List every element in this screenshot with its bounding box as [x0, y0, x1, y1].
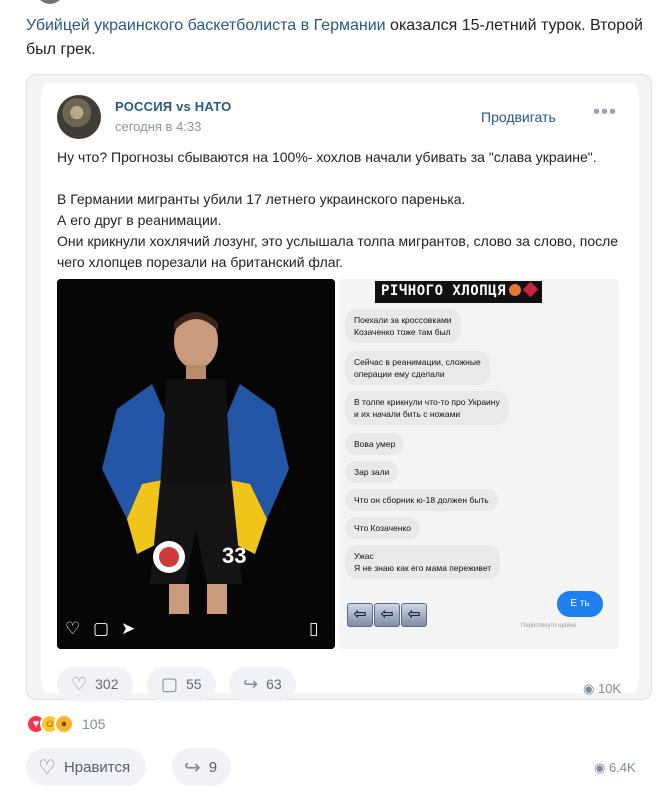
chat-line: Вова умер [354, 439, 396, 449]
post-like-button[interactable]: ♡ Нравится [26, 748, 147, 786]
left-arrow-icon: ⇦ [374, 603, 400, 627]
like-button[interactable]: ♡ 302 [57, 667, 133, 701]
basketball-icon [509, 284, 522, 296]
chat-title: РІЧНОГО ХЛОПЦЯ [375, 281, 543, 303]
like-label: Нравится [63, 758, 131, 776]
jersey-number: 33 [222, 543, 246, 568]
chat-bubble: Что Козаченко [345, 517, 420, 539]
chat-bubble: Сейчас в реанимации, сложные операции ем… [345, 351, 490, 385]
share-count: 9 [208, 758, 218, 776]
chat-title-text: РІЧНОГО ХЛОПЦЯ [381, 283, 507, 299]
repost-card: РОССИЯ vs НАТО сегодня в 4:33 Продвигать… [26, 74, 652, 701]
chat-line: Поехали за кроссовками [354, 315, 452, 325]
eye-icon: ◉ [583, 681, 595, 696]
chat-line: В толпе крикнули что-то про Украину [354, 397, 500, 407]
views-count: 6.4K [608, 760, 636, 775]
post-text-link[interactable]: Убийцей украинского баскетболиста в Герм… [26, 17, 386, 34]
eye-icon: ◉ [594, 760, 606, 775]
chat-bubble: Ужас Я не знаю как его мама переживет [345, 545, 501, 579]
comment-button[interactable]: ▢ 55 [147, 667, 216, 701]
repost-paragraph: В Германии мигранты убили 17 летнего укр… [57, 191, 466, 207]
repost-views: ◉ 10K [583, 681, 621, 697]
left-arrow-icon: ⇦ [401, 603, 427, 627]
chat-line: Что он сборник ю-18 должен быть [354, 495, 489, 505]
heart-icon: ♡ [38, 756, 56, 779]
chat-send-bubble: Е ть [557, 591, 603, 617]
broken-heart-icon [522, 281, 539, 298]
chat-line: Я не знаю как его мама переживет [354, 563, 492, 573]
share-button[interactable]: ↪ 63 [229, 667, 296, 701]
arrow-keys: ⇦ ⇦ ⇦ [347, 603, 428, 627]
chat-seen-note: Переглянуто щойно [521, 623, 577, 629]
post-share-button[interactable]: ↪ 9 [172, 748, 232, 786]
chat-line: и их начали бить с ножами [354, 409, 461, 419]
heart-icon: ♡ [71, 673, 88, 694]
source-name[interactable]: РОССИЯ vs НАТО [115, 99, 231, 114]
chat-line: Что Козаченко [354, 523, 411, 533]
chat-bubble: Что он сборник ю-18 должен быть [345, 489, 498, 511]
chat-line: Зар зали [354, 467, 390, 477]
photo-send-icon[interactable]: ➤ [121, 619, 135, 639]
repost-paragraph: Ну что? Прогнозы сбываются на 100%- хохл… [57, 149, 597, 165]
share-icon: ↪ [184, 756, 201, 779]
repost-paragraph: Они крикнули хохлячий лозунг, это услыша… [57, 233, 619, 270]
photo-like-icon[interactable]: ♡ [65, 619, 80, 639]
share-count: 63 [266, 676, 282, 692]
reactions-summary[interactable]: ♥ ☺ ● 105 [26, 712, 105, 736]
post-views: ◉ 6.4K [594, 760, 636, 776]
views-count: 10K [597, 681, 622, 696]
wow-reaction-icon: ● [54, 714, 74, 734]
left-arrow-icon: ⇦ [347, 603, 373, 627]
player-illustration: 33 [57, 279, 335, 649]
chat-line: Сейчас в реанимации, сложные [354, 357, 481, 367]
post-text: Убийцей украинского баскетболиста в Герм… [26, 14, 646, 62]
repost-inner: РОССИЯ vs НАТО сегодня в 4:33 Продвигать… [41, 83, 639, 701]
comment-icon: ▢ [161, 673, 179, 694]
photo-comment-icon[interactable]: ▢ [93, 619, 109, 639]
more-options-icon[interactable]: ••• [593, 101, 617, 124]
source-avatar[interactable] [57, 95, 101, 139]
share-icon: ↪ [243, 673, 259, 694]
attached-image[interactable]: 33 ♡ ▢ ➤ ▯ РІЧНОГО ХЛОПЦЯ Поехали за кро… [57, 279, 619, 651]
author-avatar-cropped[interactable] [36, 0, 64, 4]
promote-button[interactable]: Продвигать [481, 109, 556, 125]
chat-line: Ужас [354, 551, 374, 561]
chat-bubble: Поехали за кроссовками Козаченко тоже та… [345, 309, 461, 343]
post-time[interactable]: сегодня в 4:33 [115, 119, 201, 134]
chat-line: Козаченко тоже там был [354, 327, 451, 337]
repost-text: Ну что? Прогнозы сбываются на 100%- хохл… [57, 147, 627, 273]
chat-line: операции ему сделали [354, 369, 445, 379]
repost-paragraph: А его друг в реанимации. [57, 212, 222, 228]
reactions-count: 105 [82, 716, 106, 732]
player-photo[interactable]: 33 ♡ ▢ ➤ ▯ [57, 279, 335, 649]
chat-bubble: Вова умер [345, 433, 405, 455]
like-count: 302 [95, 676, 119, 692]
photo-actions: ♡ ▢ ➤ ▯ [65, 619, 327, 639]
chat-screenshot[interactable]: РІЧНОГО ХЛОПЦЯ Поехали за кроссовками Ко… [339, 279, 619, 649]
chat-bubble: Зар зали [345, 461, 399, 483]
comment-count: 55 [186, 676, 202, 692]
chat-bubble: В толпе крикнули что-то про Украину и их… [345, 391, 509, 425]
photo-bookmark-icon[interactable]: ▯ [309, 619, 318, 639]
